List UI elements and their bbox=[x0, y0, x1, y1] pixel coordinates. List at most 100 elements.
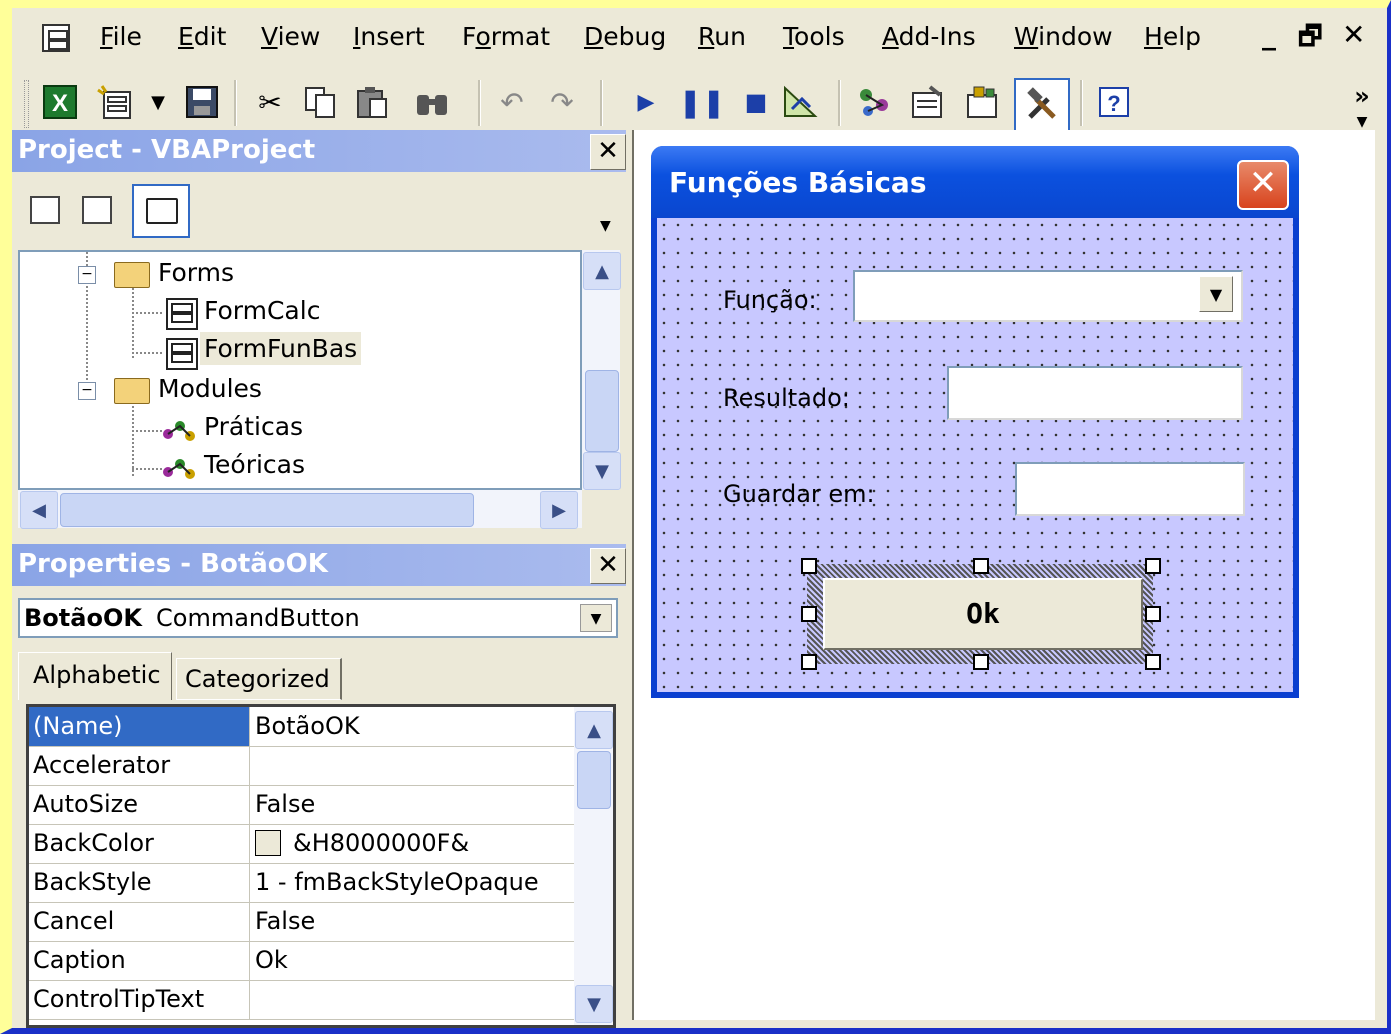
prop-row-backcolor[interactable]: BackColor &H8000000F& bbox=[29, 824, 574, 864]
view-object-icon[interactable] bbox=[82, 196, 112, 224]
tree-hscroll-thumb[interactable] bbox=[60, 493, 474, 527]
break-icon[interactable]: ❚❚ bbox=[679, 82, 726, 122]
prop-value[interactable]: Ok bbox=[255, 946, 288, 974]
undo-icon[interactable]: ↶ bbox=[492, 82, 532, 122]
menu-format[interactable]: Format bbox=[462, 22, 550, 51]
menu-view[interactable]: View bbox=[261, 22, 320, 51]
project-close-icon[interactable]: ✕ bbox=[590, 134, 626, 170]
dropdown-arrow-icon[interactable]: ▼ bbox=[148, 82, 168, 122]
prop-row-backstyle[interactable]: BackStyle 1 - fmBackStyleOpaque bbox=[29, 863, 574, 903]
tab-alphabetic[interactable]: Alphabetic bbox=[18, 652, 172, 700]
help-icon[interactable]: ? bbox=[1094, 82, 1134, 122]
tree-forms-folder[interactable]: Forms bbox=[158, 258, 234, 287]
toolbox-icon[interactable] bbox=[1014, 78, 1070, 132]
resize-handle[interactable] bbox=[973, 558, 989, 574]
chevron-down-icon[interactable]: ▼ bbox=[580, 604, 612, 632]
tree-item-formfunbas[interactable]: FormFunBas bbox=[200, 332, 362, 365]
forms-folder-icon bbox=[114, 262, 150, 288]
redo-icon[interactable]: ↷ bbox=[542, 82, 582, 122]
prop-name: BackStyle bbox=[33, 868, 152, 896]
scroll-down-icon[interactable]: ▼ bbox=[583, 452, 621, 490]
tree-item-teoricas[interactable]: Teóricas bbox=[204, 450, 305, 479]
svg-text:?: ? bbox=[1107, 91, 1120, 116]
menu-debug[interactable]: Debug bbox=[584, 22, 666, 51]
scroll-down-icon[interactable]: ▼ bbox=[575, 985, 613, 1023]
tree-vscroll-thumb[interactable] bbox=[585, 370, 619, 452]
reset-icon[interactable]: ■ bbox=[736, 82, 776, 122]
scroll-right-icon[interactable]: ▶ bbox=[540, 491, 578, 529]
guardar-em-textbox[interactable] bbox=[1015, 462, 1245, 516]
prop-name: Accelerator bbox=[33, 751, 171, 779]
prop-row-accelerator[interactable]: Accelerator bbox=[29, 746, 574, 786]
prop-row-name[interactable]: (Name) BotãoOK bbox=[29, 707, 574, 747]
menu-file[interactable]: File bbox=[100, 22, 142, 51]
copy-icon[interactable] bbox=[300, 82, 340, 122]
resize-handle[interactable] bbox=[1145, 606, 1161, 622]
funcao-combobox[interactable]: ▼ bbox=[853, 270, 1243, 322]
paste-icon[interactable] bbox=[352, 82, 392, 122]
scroll-up-icon[interactable]: ▲ bbox=[575, 711, 613, 749]
chevron-down-icon[interactable]: ▼ bbox=[1199, 276, 1233, 312]
menu-tools[interactable]: Tools bbox=[783, 22, 845, 51]
vbe-app-icon[interactable] bbox=[42, 24, 70, 52]
project-explorer-icon[interactable] bbox=[854, 82, 894, 122]
modules-collapse-icon[interactable]: − bbox=[78, 382, 96, 400]
forms-collapse-icon[interactable]: − bbox=[78, 266, 96, 284]
resize-handle[interactable] bbox=[801, 654, 817, 670]
resize-handle[interactable] bbox=[801, 606, 817, 622]
menu-window[interactable]: Window bbox=[1014, 22, 1113, 51]
properties-close-icon[interactable]: ✕ bbox=[590, 548, 626, 584]
tree-item-formcalc[interactable]: FormCalc bbox=[204, 296, 320, 325]
color-swatch bbox=[255, 830, 281, 856]
menu-add-ins[interactable]: Add-Ins bbox=[882, 22, 976, 51]
prop-value[interactable]: 1 - fmBackStyleOpaque bbox=[255, 868, 539, 896]
prop-row-controltiptext[interactable]: ControlTipText bbox=[29, 980, 574, 1020]
view-code-icon[interactable] bbox=[30, 196, 60, 224]
chevron-down-icon[interactable]: ▼ bbox=[600, 218, 611, 234]
resize-handle[interactable] bbox=[973, 654, 989, 670]
props-vscroll-thumb[interactable] bbox=[577, 751, 611, 809]
close-window-icon[interactable]: ✕ bbox=[1342, 18, 1365, 51]
toggle-folders-button[interactable] bbox=[132, 184, 190, 238]
prop-name: BackColor bbox=[33, 829, 154, 857]
userform-window: Funções Básicas ✕ Função: ▼ Resultado: G… bbox=[651, 146, 1299, 698]
restore-icon[interactable]: 🗗 bbox=[1298, 18, 1322, 62]
properties-window-icon[interactable] bbox=[908, 82, 948, 122]
object-selector[interactable]: BotãoOK CommandButton ▼ bbox=[18, 598, 618, 638]
prop-value[interactable]: False bbox=[255, 907, 315, 935]
userform-client-area[interactable]: Função: ▼ Resultado: Guardar em: Ok bbox=[657, 218, 1293, 692]
resize-handle[interactable] bbox=[1145, 558, 1161, 574]
userform-close-icon[interactable]: ✕ bbox=[1237, 160, 1289, 210]
tree-item-praticas[interactable]: Práticas bbox=[204, 412, 303, 441]
modules-folder-icon bbox=[114, 378, 150, 404]
menu-insert[interactable]: Insert bbox=[353, 22, 425, 51]
object-browser-icon[interactable] bbox=[962, 82, 1002, 122]
prop-value[interactable]: False bbox=[255, 790, 315, 818]
find-icon[interactable] bbox=[412, 82, 452, 122]
tab-categorized[interactable]: Categorized bbox=[176, 658, 342, 700]
userform-titlebar[interactable]: Funções Básicas ✕ bbox=[651, 146, 1299, 218]
menu-help[interactable]: Help bbox=[1144, 22, 1201, 51]
run-icon[interactable]: ▶ bbox=[626, 82, 666, 122]
prop-row-cancel[interactable]: Cancel False bbox=[29, 902, 574, 942]
scroll-up-icon[interactable]: ▲ bbox=[583, 252, 621, 290]
menu-edit[interactable]: Edit bbox=[178, 22, 226, 51]
prop-row-caption[interactable]: Caption Ok bbox=[29, 941, 574, 981]
prop-value[interactable]: &H8000000F& bbox=[293, 829, 469, 857]
prop-row-autosize[interactable]: AutoSize False bbox=[29, 785, 574, 825]
resize-handle[interactable] bbox=[1145, 654, 1161, 670]
prop-value[interactable]: BotãoOK bbox=[255, 712, 360, 740]
ok-button[interactable]: Ok bbox=[823, 578, 1143, 650]
design-mode-icon[interactable] bbox=[780, 82, 820, 122]
scroll-left-icon[interactable]: ◀ bbox=[20, 491, 58, 529]
resize-handle[interactable] bbox=[801, 558, 817, 574]
save-icon[interactable] bbox=[182, 82, 222, 122]
excel-icon[interactable]: X bbox=[40, 82, 80, 122]
object-type: CommandButton bbox=[156, 604, 360, 632]
resultado-textbox[interactable] bbox=[947, 366, 1243, 420]
minimize-icon[interactable]: _ bbox=[1262, 18, 1276, 51]
menu-run[interactable]: Run bbox=[698, 22, 746, 51]
tree-modules-folder[interactable]: Modules bbox=[158, 374, 262, 403]
cut-icon[interactable]: ✂ bbox=[250, 82, 290, 122]
insert-userform-icon[interactable] bbox=[96, 82, 136, 122]
